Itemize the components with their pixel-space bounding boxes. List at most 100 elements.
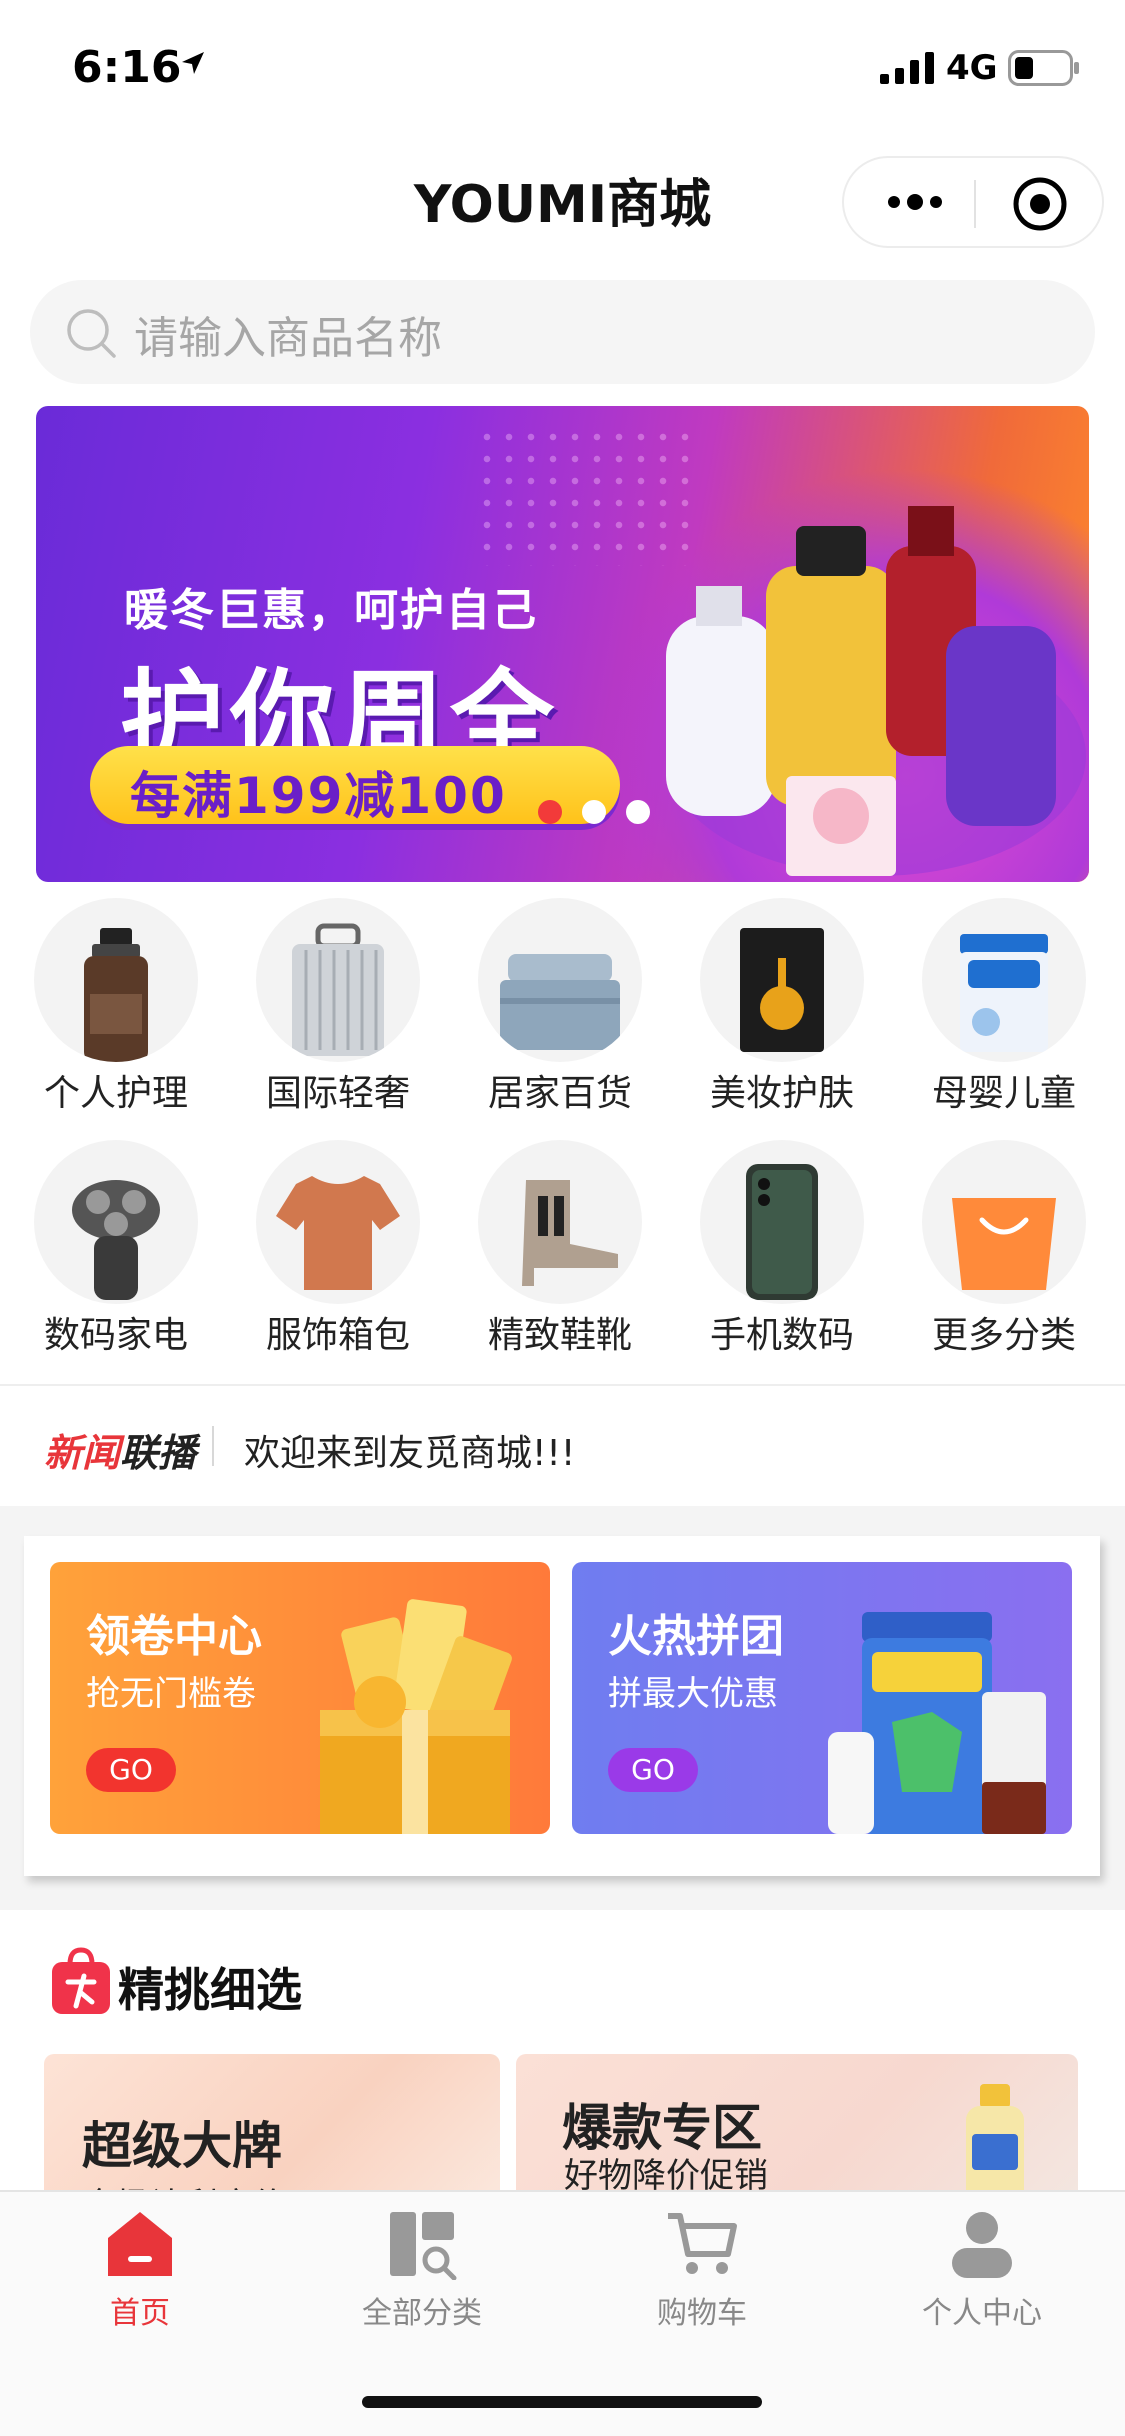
coupon-subtitle: 抢无门槛卷 [86,1674,256,1714]
category-label: 美妆护肤 [709,1073,854,1114]
user-icon [952,2212,1012,2278]
search-input[interactable]: 请输入商品名称 [30,280,1095,384]
banner-indicators [526,794,666,834]
category-icon-circle [256,1140,420,1304]
category-icon-circle [256,898,420,1062]
category-shoes[interactable]: 精致鞋靴 [460,1138,660,1368]
category-grid: 个人护理 国际轻奢 居家百货 美妆护肤 母婴儿童 数码家电 服饰箱包 精致鞋靴 … [0,890,1125,1368]
category-label: 国际轻奢 [265,1073,410,1114]
promo-panel: 领卷中心 抢无门槛卷 GO 火热拼团 拼最大优惠 GO [24,1536,1100,1876]
banner-subtitle: 暖冬巨惠，呵护自己 [124,585,538,636]
tab-categories-label: 全部分类 [362,2296,482,2331]
shopping-bag-icon [52,1947,110,2014]
coupon-center-card[interactable]: 领卷中心 抢无门槛卷 GO [50,1562,550,1834]
status-time: 6:16 [72,42,182,93]
hot-items-subtitle: 好物降价促销 [564,2156,768,2194]
category-label: 数码家电 [43,1315,188,1356]
news-logo: 新闻联播 [44,1422,196,1477]
category-phones[interactable]: 手机数码 [682,1138,882,1368]
category-icon-circle [478,898,642,1062]
news-bar[interactable]: 新闻联播 欢迎来到友觅商城!!! [0,1386,1125,1506]
shampoo-bottle-icon [84,928,148,1062]
tab-categories[interactable]: 全部分类 [302,2200,542,2331]
search-placeholder: 请输入商品名称 [134,313,442,364]
group-buy-subtitle: 拼最大优惠 [608,1674,778,1714]
category-luxury[interactable]: 国际轻奢 [238,896,438,1126]
tab-cart[interactable]: 购物车 [582,2200,822,2331]
category-icon [390,2212,457,2280]
home-icon [108,2212,172,2276]
baby-bottle-icon [966,2084,1024,2194]
bedding-icon [500,954,620,1050]
category-baby[interactable]: 母婴儿童 [904,896,1104,1126]
category-apparel[interactable]: 服饰箱包 [238,1138,438,1368]
banner-offer: 每满199减100 [130,767,507,825]
banner-dot[interactable] [538,800,562,824]
super-brand-card[interactable]: 超级大牌 全场让利底价 [44,2054,500,2194]
navigation-bar: YOUMI商城 [0,132,1125,262]
featured-title: 精挑细选 [118,1963,302,2017]
super-brand-title: 超级大牌 [82,2117,282,2175]
category-icon-circle [700,898,864,1062]
signal-icon [880,52,934,84]
category-icon-circle [922,1140,1086,1304]
tab-profile-label: 个人中心 [922,2296,1042,2331]
capsule-divider [974,180,976,228]
category-beauty[interactable]: 美妆护肤 [682,896,882,1126]
category-label: 精致鞋靴 [487,1315,632,1356]
more-icon[interactable] [880,180,950,224]
news-headline[interactable]: 欢迎来到友觅商城!!! [244,1424,575,1476]
category-icon-circle [34,1140,198,1304]
group-buy-card[interactable]: 火热拼团 拼最大优惠 GO [572,1562,1072,1834]
group-buy-go-button[interactable]: GO [608,1748,698,1792]
home-indicator [362,2396,762,2408]
mini-program-capsule [842,156,1104,248]
category-label: 母婴儿童 [931,1073,1076,1114]
category-electronics[interactable]: 数码家电 [16,1138,216,1368]
banner-dot[interactable] [626,800,650,824]
close-target-icon[interactable] [1010,174,1070,234]
news-logo-part2: 联播 [120,1431,197,1475]
shaver-icon [72,1180,160,1300]
gift-box-icon [320,1599,512,1834]
tab-home[interactable]: 首页 [20,2200,260,2331]
battery-icon [1008,50,1079,86]
category-personal-care[interactable]: 个人护理 [16,896,216,1126]
formula-can-icon [960,934,1048,1052]
boot-icon [522,1180,618,1286]
hot-items-card[interactable]: 爆款专区 好物降价促销 [516,2054,1078,2194]
category-icon-circle [34,898,198,1062]
search-icon [67,309,116,358]
group-buy-title: 火热拼团 [608,1611,784,1662]
tab-profile[interactable]: 个人中心 [862,2200,1102,2331]
shampoo-products-icon [666,506,1086,876]
category-label: 服饰箱包 [265,1315,410,1356]
honey-mask-icon [740,928,824,1052]
cart-icon [668,2213,737,2274]
category-label: 居家百货 [487,1073,632,1114]
status-bar: 6:16 4G [0,0,1125,132]
smartphone-icon [746,1164,818,1300]
banner-dot[interactable] [582,800,606,824]
category-icon-circle [478,1140,642,1304]
category-home[interactable]: 居家百货 [460,896,660,1126]
category-icon-circle [922,898,1086,1062]
category-label: 更多分类 [931,1315,1076,1356]
suitcase-icon [292,923,384,1056]
promo-banner[interactable]: 暖冬巨惠，呵护自己 护你周全 每满199减100 [36,406,1089,882]
featured-section-header: 精挑细选 [0,1910,1125,2040]
tshirt-icon [276,1176,400,1290]
news-separator [212,1426,214,1466]
category-more[interactable]: 更多分类 [904,1138,1104,1368]
category-icon-circle [700,1140,864,1304]
network-type: 4G [946,48,998,88]
coupon-go-button[interactable]: GO [86,1748,176,1792]
category-label: 手机数码 [709,1315,854,1356]
location-arrow-icon [182,52,204,74]
tab-cart-label: 购物车 [657,2296,747,2331]
news-logo-part1: 新闻 [44,1431,121,1475]
coupon-title: 领卷中心 [86,1611,262,1662]
tab-home-label: 首页 [110,2296,170,2331]
shopping-bag-icon [952,1198,1056,1290]
category-label: 个人护理 [43,1073,188,1114]
